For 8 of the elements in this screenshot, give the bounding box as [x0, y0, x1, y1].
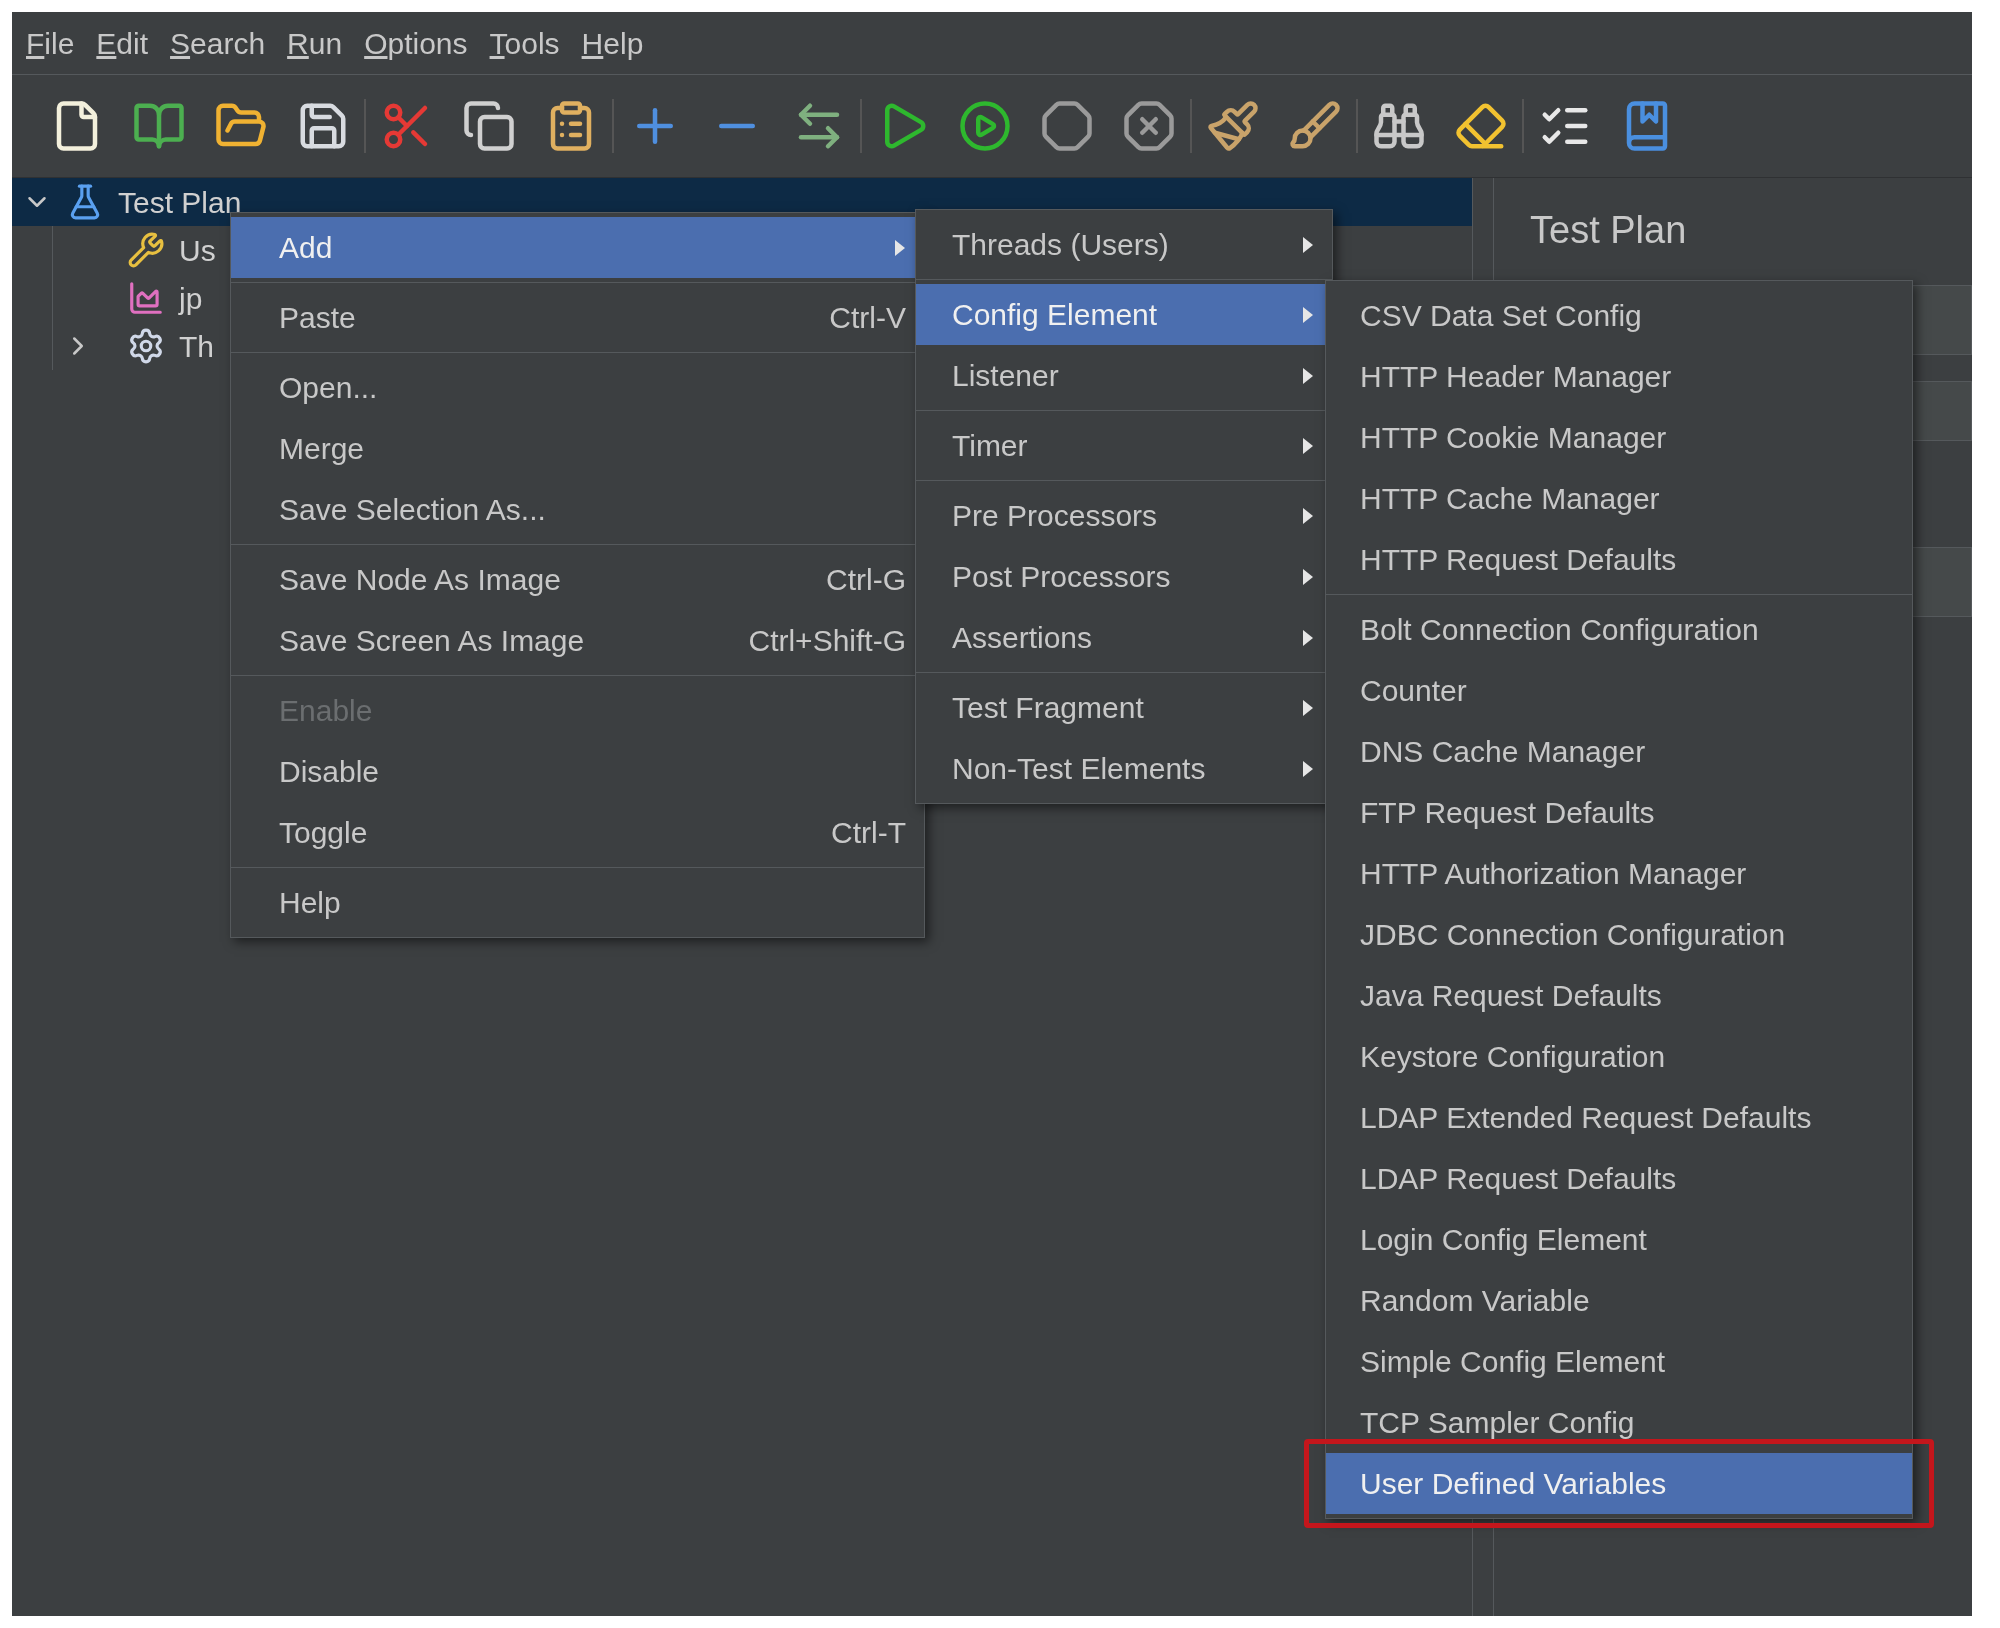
shortcut-label: Ctrl+Shift-G — [748, 623, 906, 659]
shortcut-label: Ctrl-T — [831, 815, 906, 851]
shortcut-label: Ctrl-G — [826, 562, 906, 598]
panel-title: Test Plan — [1530, 208, 1688, 253]
tree-label: Th — [179, 328, 214, 365]
tree-label: Us — [179, 232, 216, 269]
tree-label: jp — [179, 280, 203, 317]
shortcut-label: Ctrl-V — [829, 300, 906, 336]
